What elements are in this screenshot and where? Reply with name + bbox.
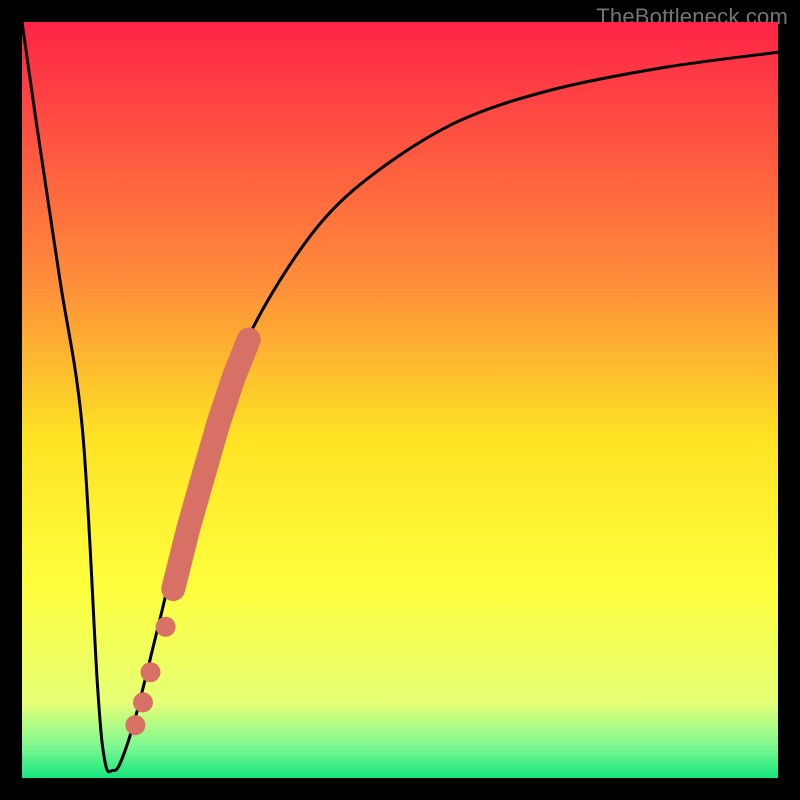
plot-area <box>22 22 778 778</box>
chart-frame: TheBottleneck.com <box>0 0 800 800</box>
data-point <box>133 692 153 712</box>
data-point <box>156 617 176 637</box>
gradient-background <box>22 22 778 778</box>
bottleneck-chart <box>22 22 778 778</box>
data-point <box>141 662 161 682</box>
data-point <box>125 715 145 735</box>
